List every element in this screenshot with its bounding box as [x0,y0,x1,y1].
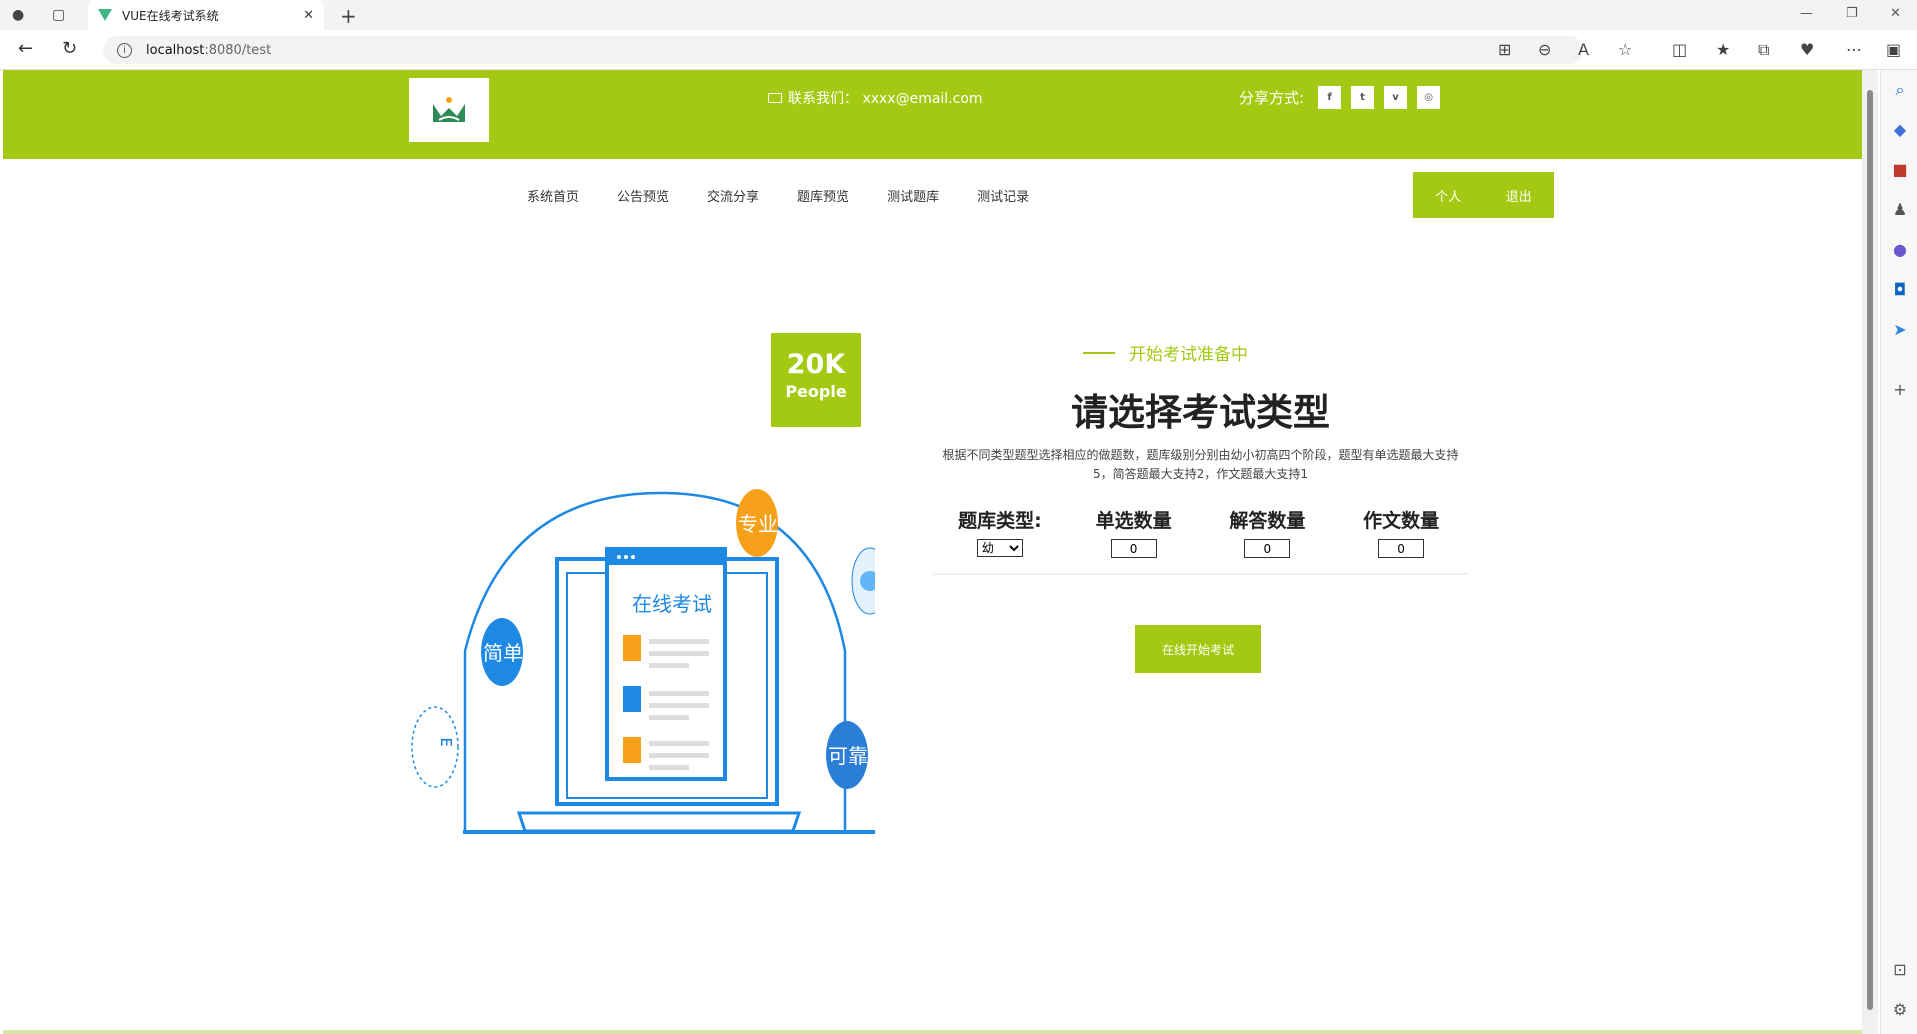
site-header: 联系我们： xxxx@email.com 分享方式: f t v ◎ [3,70,1862,159]
reload-icon[interactable]: ↻ [62,38,77,59]
vue-logo-icon [98,9,112,21]
answer-count-input[interactable] [1244,539,1291,558]
single-count-input[interactable] [1110,539,1157,558]
nav-item-notice[interactable]: 公告预览 [617,186,669,205]
browser-tab[interactable]: VUE在线考试系统 ✕ [88,0,324,30]
badge-label: People [785,382,847,401]
browser-tab-bar: ● ▢ VUE在线考试系统 ✕ + — ❐ ✕ [0,0,1917,30]
apps-icon[interactable]: ⊞ [1498,40,1511,59]
back-icon[interactable]: ← [18,38,33,59]
more-icon[interactable]: ⋯ [1846,40,1862,59]
exam-title: 请选择考试类型 [1071,391,1330,434]
toolbox-icon[interactable]: ■ [1890,160,1910,179]
exam-description: 根据不同类型题型选择相应的做题数，题库级别分别由幼小初高四个阶段，题型有单选题最… [942,448,1459,481]
exam-subtitle: 开始考试准备中 [1083,340,1248,365]
essay-count-input[interactable] [1378,539,1425,558]
url-host: localhost [146,42,205,58]
bottom-edge [3,1030,1862,1034]
answer-field: 解答数量 [1207,506,1327,558]
screenshot-icon[interactable]: ⊡ [1890,960,1910,979]
type-label: 题库类型: [958,510,1042,532]
tab-title: VUE在线考试系统 [122,8,219,23]
twitter-icon[interactable]: t [1351,86,1375,109]
svg-text:ᴇ: ᴇ [436,737,460,747]
contact-text: 联系我们： xxxx@email.com [788,91,983,107]
split-screen-icon[interactable]: ◫ [1672,40,1687,59]
close-window-icon[interactable]: ✕ [1890,6,1901,21]
new-tab-icon[interactable]: + [340,4,357,28]
site-logo[interactable] [409,78,489,142]
people-icon[interactable]: ♟ [1890,200,1910,219]
restore-icon[interactable]: ❐ [1846,6,1858,21]
minimize-icon[interactable]: — [1800,6,1813,21]
nav-item-test-bank[interactable]: 测试题库 [887,186,939,205]
tag-pro: 专业 [738,512,778,536]
single-field: 单选数量 [1074,506,1194,558]
start-exam-button[interactable]: 在线开始考试 [1135,625,1261,673]
badge-count: 20K [786,349,846,380]
tag-icon[interactable]: ◆ [1890,120,1910,139]
type-field: 题库类型: 幼 [940,506,1060,558]
single-label: 单选数量 [1095,510,1172,532]
page-scrollbar[interactable] [1862,70,1878,1034]
subtitle-line [1083,351,1115,354]
contact-info: 联系我们： xxxx@email.com [768,88,983,108]
url-path: :8080/test [204,42,272,58]
share-label: 分享方式: [1239,89,1305,107]
essay-label: 作文数量 [1363,510,1440,532]
nav-item-forum[interactable]: 交流分享 [707,186,759,205]
sidebar-toggle-icon[interactable]: ▣ [1886,40,1901,59]
vimeo-icon[interactable]: v [1384,86,1408,109]
settings-icon[interactable]: ⚙ [1890,1000,1910,1019]
logo-icon [433,97,465,122]
url-field[interactable]: i localhost:8080/test [103,36,1583,64]
close-tab-icon[interactable]: ✕ [303,8,314,23]
address-bar: ← ↻ i localhost:8080/test ⊞ ⊖ A ☆ ◫ ★ ⧉ … [0,30,1917,70]
profile-icon[interactable]: ● [12,0,24,30]
read-aloud-icon[interactable]: A [1578,40,1589,59]
search-icon[interactable]: ⌕ [1890,80,1910,100]
outlook-icon[interactable]: ◘ [1890,280,1910,299]
user-box: 个人 退出 [1413,172,1554,218]
extensions-icon[interactable]: ♥ [1800,40,1814,59]
favorites-icon[interactable]: ★ [1716,40,1730,59]
screen-title: 在线考试 [632,592,712,616]
tag-simple: 简单 [483,641,523,665]
main-nav: 系统首页 公告预览 交流分享 题库预览 测试题库 测试记录 [527,186,1067,205]
share-section: 分享方式: f t v ◎ [1239,86,1450,109]
subtitle-text: 开始考试准备中 [1129,345,1248,365]
scroll-thumb[interactable] [1867,90,1873,1010]
favorite-icon[interactable]: ☆ [1618,40,1632,59]
answer-label: 解答数量 [1229,510,1306,532]
exam-illustration: ᴇ 在线考试 专业 简单 可靠 [411,489,875,834]
collections-icon[interactable]: ⧉ [1758,40,1769,60]
exam-fields: 题库类型: 幼 单选数量 解答数量 作文数量 [933,506,1468,558]
logout-link[interactable]: 退出 [1506,186,1532,205]
personal-link[interactable]: 个人 [1435,186,1461,205]
web-page: 联系我们： xxxx@email.com 分享方式: f t v ◎ 系统首页 … [3,70,1862,1030]
essay-field: 作文数量 [1341,506,1461,558]
info-icon[interactable]: i [117,42,132,58]
instagram-icon[interactable]: ◎ [1417,86,1441,109]
tab-actions-icon[interactable]: ▢ [52,0,65,30]
send-icon[interactable]: ➤ [1890,320,1910,339]
side-panel: ⌕ ◆ ■ ♟ ● ◘ ➤ + ⊡ ⚙ [1880,70,1917,1034]
nav-item-home[interactable]: 系统首页 [527,186,579,205]
copilot-icon[interactable]: ● [1890,240,1910,259]
zoom-icon[interactable]: ⊖ [1538,40,1551,59]
facebook-icon[interactable]: f [1318,86,1342,109]
divider [933,573,1468,575]
nav-item-test-record[interactable]: 测试记录 [977,186,1029,205]
add-icon[interactable]: + [1890,380,1910,399]
tag-reliable: 可靠 [828,744,868,768]
type-select[interactable]: 幼 [976,539,1023,557]
nav-item-bank-preview[interactable]: 题库预览 [797,186,849,205]
mail-icon [768,93,782,103]
